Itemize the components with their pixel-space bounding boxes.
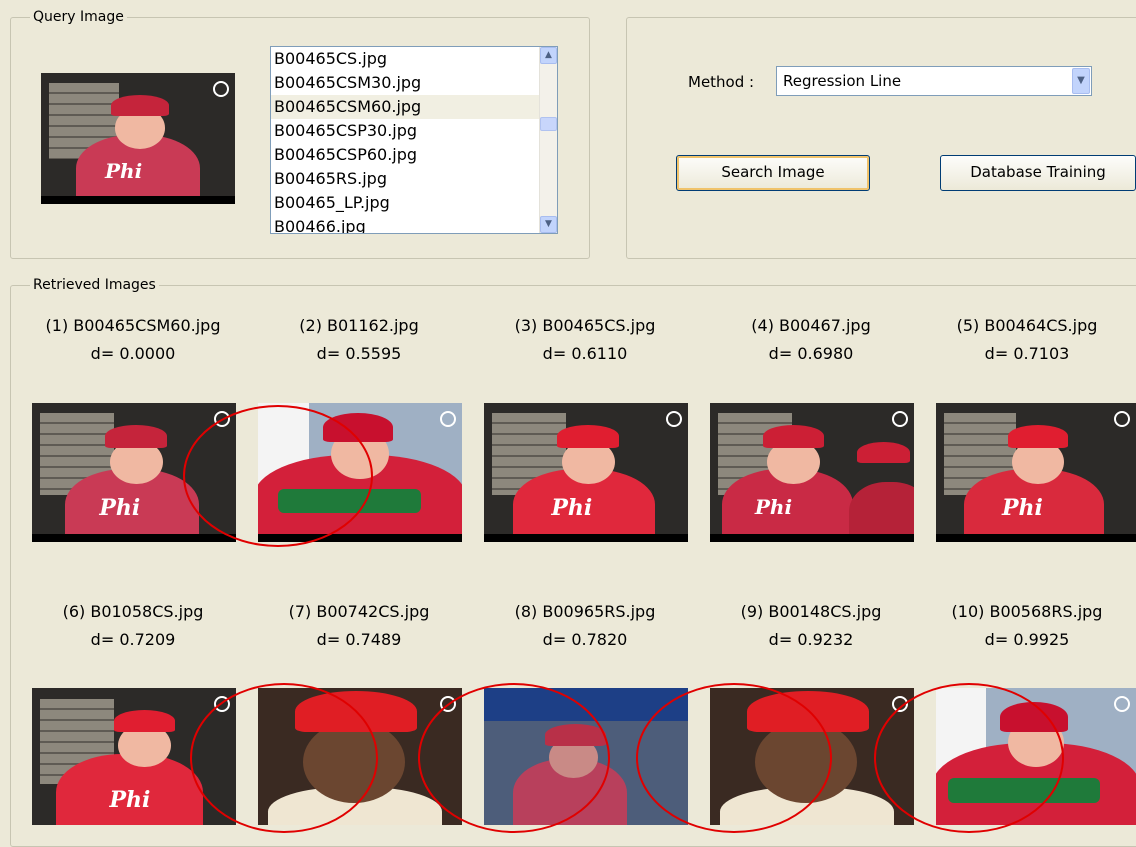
file-list-item[interactable]: B00466.jpg [271,215,557,233]
file-list-item[interactable]: B00465CSP30.jpg [271,119,557,143]
file-list-item[interactable]: B00465_LP.jpg [271,191,557,215]
result-distance: d= 0.5595 [316,344,402,363]
file-list-item[interactable]: B00465RS.jpg [271,167,557,191]
result-caption: (9) B00148CS.jpg [740,602,882,621]
query-file-listbox[interactable]: B00465CS.jpg B00465CSM30.jpg B00465CSM60… [270,46,558,234]
file-list-item[interactable]: B00465CSM30.jpg [271,71,557,95]
database-training-button[interactable]: Database Training [940,155,1136,191]
result-caption: (5) B00464CS.jpg [956,316,1098,335]
retrieved-images-group-title: Retrieved Images [30,277,159,293]
result-caption: (3) B00465CS.jpg [514,316,656,335]
result-image-6[interactable]: Phi [32,688,236,825]
result-image-1[interactable]: Phi [32,403,236,542]
result-caption: (6) B01058CS.jpg [62,602,204,621]
result-caption: (1) B00465CSM60.jpg [45,316,221,335]
result-caption: (2) B01162.jpg [299,316,419,335]
result-distance: d= 0.6980 [768,344,854,363]
result-distance: d= 0.7209 [90,630,176,649]
method-select[interactable]: Regression Line ▼ [776,66,1092,96]
query-image-thumbnail: Phi [41,73,235,204]
file-list-item[interactable]: B00465CS.jpg [271,47,557,71]
result-image-4[interactable]: Phi [710,403,914,542]
file-list-item-selected[interactable]: B00465CSM60.jpg [271,95,557,119]
result-distance: d= 0.0000 [90,344,176,363]
scrollbar-thumb[interactable] [540,117,557,131]
result-caption: (4) B00467.jpg [751,316,871,335]
result-distance: d= 0.7489 [316,630,402,649]
file-list-item[interactable]: B00465CSP60.jpg [271,143,557,167]
method-group [626,17,1136,259]
result-image-3[interactable]: Phi [484,403,688,542]
method-select-value: Regression Line [783,72,902,90]
result-caption: (7) B00742CS.jpg [288,602,430,621]
search-image-button[interactable]: Search Image [676,155,870,191]
result-image-10[interactable] [936,688,1136,825]
result-distance: d= 0.9925 [984,630,1070,649]
listbox-scrollbar[interactable]: ▲ ▼ [539,47,557,233]
scroll-down-arrow-icon[interactable]: ▼ [540,216,557,233]
dropdown-arrow-icon[interactable]: ▼ [1072,68,1090,94]
result-image-2[interactable] [258,403,462,542]
result-caption: (8) B00965RS.jpg [514,602,656,621]
result-image-5[interactable]: Phi [936,403,1136,542]
result-distance: d= 0.7103 [984,344,1070,363]
result-distance: d= 0.6110 [542,344,628,363]
result-image-7[interactable] [258,688,462,825]
query-image-group-title: Query Image [30,9,127,25]
result-image-8[interactable] [484,688,688,825]
result-distance: d= 0.7820 [542,630,628,649]
result-image-9[interactable] [710,688,914,825]
scroll-up-arrow-icon[interactable]: ▲ [540,47,557,64]
result-caption: (10) B00568RS.jpg [951,602,1103,621]
method-label: Method : [688,73,755,91]
result-distance: d= 0.9232 [768,630,854,649]
